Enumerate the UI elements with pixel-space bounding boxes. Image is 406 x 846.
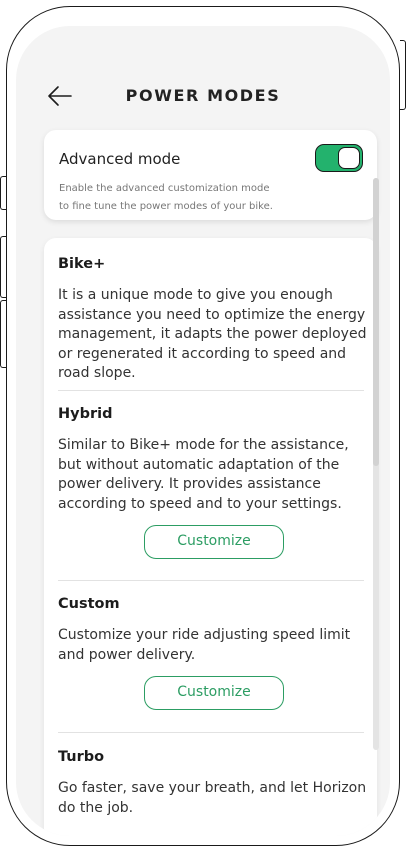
mode-item-custom[interactable]: Custom Customize your ride adjusting spe…	[58, 596, 368, 665]
mode-item-bike-plus[interactable]: Bike+ It is a unique mode to give you en…	[58, 256, 368, 384]
power-button	[400, 40, 406, 110]
mute-switch	[0, 176, 6, 210]
advanced-mode-description-line: Enable the advanced customization mode	[59, 183, 270, 194]
advanced-mode-card: Advanced mode Enable the advanced custom…	[44, 130, 377, 220]
mode-description: Similar to Bike+ mode for the assistance…	[58, 437, 349, 512]
mode-description: It is a unique mode to give you enough a…	[58, 287, 367, 381]
mode-title: Hybrid	[58, 406, 113, 422]
divider	[58, 732, 364, 733]
power-modes-list: Bike+ It is a unique mode to give you en…	[44, 238, 377, 836]
advanced-mode-description-line: to fine tune the power modes of your bik…	[59, 201, 273, 212]
advanced-mode-toggle[interactable]	[315, 144, 363, 172]
header: POWER MODES	[16, 80, 390, 112]
customize-custom-button[interactable]: Customize	[144, 676, 284, 710]
mode-title: Custom	[58, 596, 120, 612]
volume-up-button	[0, 236, 6, 298]
app-screen: POWER MODES Advanced mode Enable the adv…	[16, 26, 390, 836]
toggle-knob	[338, 147, 360, 169]
divider	[58, 390, 364, 391]
scrollbar[interactable]	[373, 178, 379, 750]
advanced-mode-title: Advanced mode	[59, 150, 181, 168]
scrollbar-thumb[interactable]	[373, 178, 379, 466]
mode-title: Turbo	[58, 749, 105, 765]
mode-item-hybrid[interactable]: Hybrid Similar to Bike+ mode for the ass…	[58, 406, 368, 514]
customize-hybrid-button[interactable]: Customize	[144, 525, 284, 559]
volume-down-button	[0, 300, 6, 368]
advanced-mode-description: Enable the advanced customization mode t…	[59, 180, 299, 216]
mode-description: Customize your ride adjusting speed limi…	[58, 627, 351, 663]
mode-title: Bike+	[58, 256, 106, 272]
mode-description: Go faster, save your breath, and let Hor…	[58, 780, 367, 816]
page-title: POWER MODES	[125, 86, 281, 105]
mode-item-turbo[interactable]: Turbo Go faster, save your breath, and l…	[58, 749, 368, 818]
divider	[58, 580, 364, 581]
